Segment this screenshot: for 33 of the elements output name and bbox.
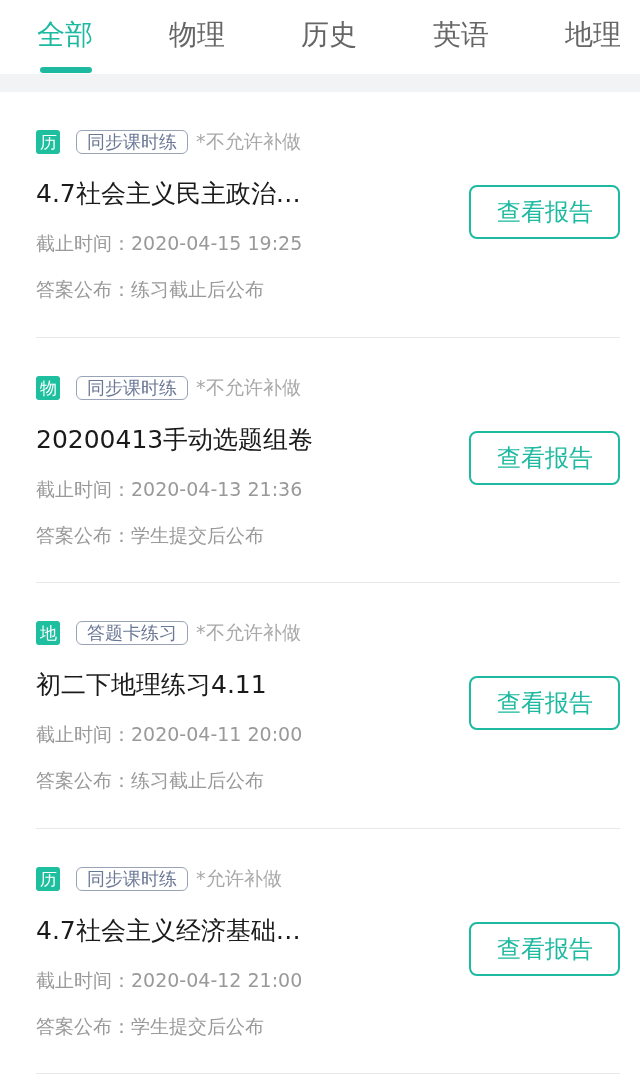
assignment-title: 20200413手动选题组卷 [36,423,314,456]
deadline-text: 截止时间：2020-04-13 21:36 [36,476,304,502]
makeup-note: *允许补做 [196,865,282,891]
active-tab-indicator [40,67,92,73]
assignment-card[interactable]: 历 同步课时练 *允许补做 4.7社会主义经济基础… 截止时间：2020-04-12 21:00 答案公布：学生提交后公布 查看报告 [36,828,620,1074]
deadline-text: 截止时间：2020-04-12 21:00 [36,967,303,993]
makeup-note: *不允许补做 [196,374,301,400]
assignment-card[interactable]: 历 同步课时练 *不允许补做 4.7社会主义民主政治… 截止时间：2020-04-15 19:25 答案公布：练习截止后公布 查看报告 [36,92,620,338]
type-tag: 同步课时练 [76,375,188,400]
subject-tab[interactable]: 地理 [565,0,623,54]
subject-tab[interactable]: 物理 [169,0,227,54]
answer-release-text: 答案公布：练习截止后公布 [36,277,265,303]
answer-release-text: 答案公布：学生提交后公布 [36,522,265,548]
deadline-text: 截止时间：2020-04-11 20:00 [36,722,303,748]
subject-badge: 物 [36,375,60,400]
answer-release-text: 答案公布：练习截止后公布 [36,768,265,794]
subject-badge: 历 [36,130,60,155]
type-tag: 同步课时练 [76,866,188,891]
assignment-title: 4.7社会主义民主政治… [36,178,302,211]
assignment-title: 4.7社会主义经济基础… [36,914,302,947]
subject-tab[interactable]: 历史 [301,0,359,54]
assignment-card[interactable]: 物 同步课时练 *不允许补做 20200413手动选题组卷 截止时间：2020-04-13 21:36 答案公布：学生提交后公布 查看报告 [36,337,620,583]
assignment-card[interactable]: 地 答题卡练习 *不允许补做 初二下地理练习4.11 截止时间：2020-04-11 20:00 答案公布：练习截止后公布 查看报告 [36,583,620,829]
makeup-note: *不允许补做 [196,129,301,155]
subject-badge: 历 [36,866,60,891]
assignment-title: 初二下地理练习4.11 [36,669,268,702]
answer-release-text: 答案公布：学生提交后公布 [36,1013,265,1039]
deadline-text: 截止时间：2020-04-15 19:25 [36,231,303,257]
makeup-note: *不允许补做 [196,620,301,646]
subject-tab[interactable]: 英语 [433,0,491,54]
type-tag: 答题卡练习 [76,621,188,646]
subject-badge: 地 [36,621,60,646]
type-tag: 同步课时练 [76,130,188,155]
